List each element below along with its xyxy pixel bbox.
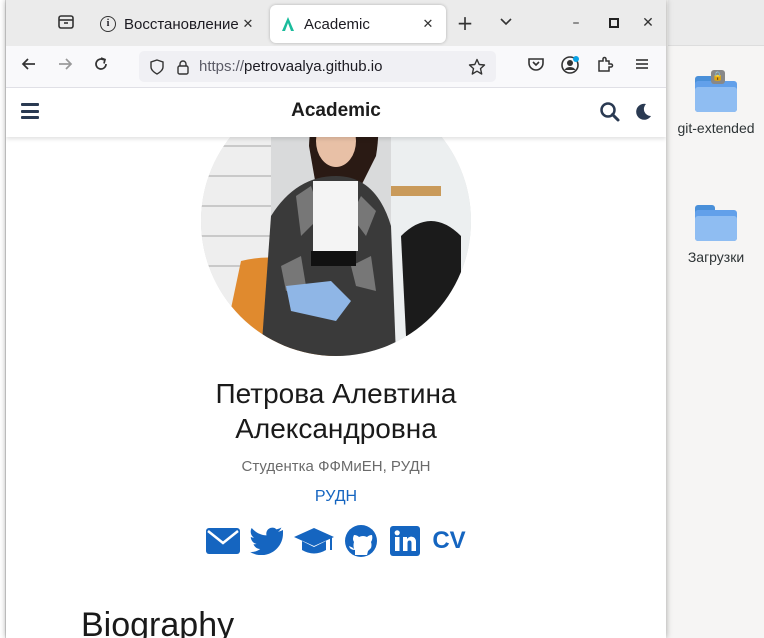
desktop-icon-label: git-extended <box>677 120 755 136</box>
tab-bar: i Восстановление с ✕ Academic ✕ + – ✕ <box>6 0 666 46</box>
reload-icon[interactable] <box>89 55 113 79</box>
back-icon[interactable] <box>17 55 41 79</box>
academic-logo-icon <box>282 17 294 31</box>
menu-icon[interactable] <box>630 55 654 79</box>
star-icon[interactable] <box>468 58 486 76</box>
tab-restore[interactable]: i Восстановление с ✕ <box>90 5 266 43</box>
close-window-icon[interactable]: ✕ <box>638 13 658 33</box>
graduation-cap-icon[interactable] <box>294 524 335 558</box>
pocket-icon[interactable] <box>524 55 548 79</box>
folder-icon: 🔒 <box>695 70 737 112</box>
web-page: Academic Петрова Алевтина Александровна … <box>6 88 666 638</box>
navigation-bar: https://petrovaalya.github.io <box>6 46 666 88</box>
twitter-icon[interactable] <box>250 524 284 558</box>
dark-mode-moon-icon[interactable] <box>632 101 654 123</box>
profile-name: Петрова Алевтина Александровна <box>6 376 666 446</box>
profile-name-line1: Петрова Алевтина <box>215 378 457 409</box>
lock-icon: 🔒 <box>711 70 725 84</box>
folder-icon <box>695 205 737 241</box>
address-bar[interactable]: https://petrovaalya.github.io <box>139 51 496 82</box>
site-title[interactable]: Academic <box>6 100 666 122</box>
extensions-icon[interactable] <box>593 55 617 79</box>
background-window-strip <box>668 0 764 46</box>
info-icon: i <box>100 16 116 32</box>
lock-icon[interactable] <box>175 59 191 75</box>
browser-window: i Восстановление с ✕ Academic ✕ + – ✕ ht… <box>6 0 666 638</box>
account-icon[interactable] <box>558 55 582 79</box>
search-icon[interactable] <box>599 101 621 123</box>
forward-icon[interactable] <box>53 55 77 79</box>
tab-overview-icon[interactable] <box>56 13 76 33</box>
url-text: https://petrovaalya.github.io <box>199 58 383 75</box>
tab-academic[interactable]: Academic ✕ <box>270 5 446 43</box>
maximize-icon[interactable] <box>604 13 624 33</box>
minimize-icon[interactable]: – <box>566 13 586 33</box>
profile-name-line2: Александровна <box>235 413 437 444</box>
tab-label: Academic <box>304 15 370 33</box>
new-tab-icon[interactable]: + <box>455 13 475 33</box>
envelope-icon[interactable] <box>206 524 241 558</box>
site-header: Academic <box>6 88 666 137</box>
github-icon[interactable] <box>344 524 378 558</box>
tab-label: Восстановление с <box>124 15 240 33</box>
desktop-icon-git-extended[interactable]: 🔒 git-extended <box>668 70 764 136</box>
close-icon[interactable]: ✕ <box>240 16 256 32</box>
linkedin-icon[interactable] <box>388 524 422 558</box>
cv-link[interactable]: CV <box>432 524 465 558</box>
chevron-down-icon[interactable] <box>496 13 516 33</box>
section-heading-biography: Biography <box>81 606 235 638</box>
shield-icon[interactable] <box>149 58 165 75</box>
social-links: CV <box>6 524 666 558</box>
desktop-icon-label: Загрузки <box>687 249 745 265</box>
close-icon[interactable]: ✕ <box>420 16 436 32</box>
profile-organization-link[interactable]: РУДН <box>6 488 666 506</box>
profile-role: Студентка ФФМиЕН, РУДН <box>241 458 431 475</box>
desktop-icon-downloads[interactable]: Загрузки <box>668 205 764 265</box>
